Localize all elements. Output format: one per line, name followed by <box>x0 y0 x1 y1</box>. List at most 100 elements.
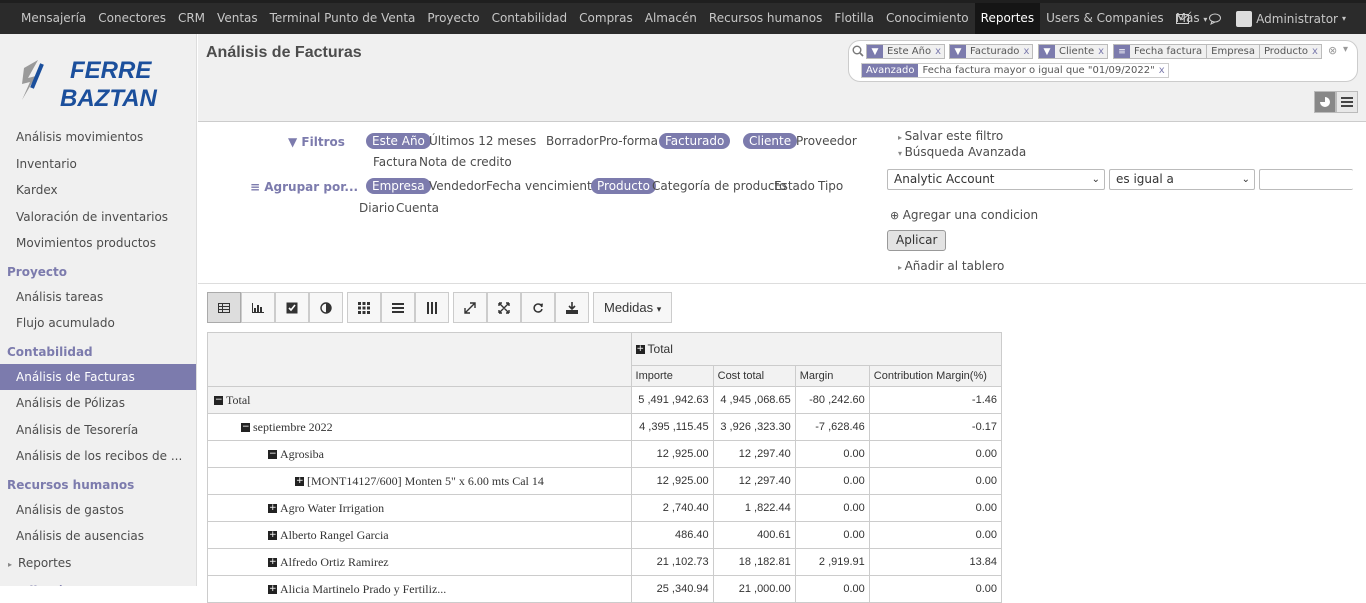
menu-mensajeria[interactable]: Mensajería <box>15 3 92 34</box>
filter-factura[interactable]: Factura <box>373 154 417 170</box>
group-fecha-vencimiento[interactable]: Fecha vencimiento <box>486 178 599 194</box>
facet-cliente[interactable]: ▼ Cliente x <box>1038 44 1109 59</box>
add-dashboard-toggle[interactable]: ▸ Añadir al tablero <box>898 258 1004 274</box>
user-menu[interactable]: Administrator ▾ <box>1236 10 1346 27</box>
contrast-icon[interactable] <box>309 292 343 323</box>
sidebar-item-analisis-gastos[interactable]: Análisis de gastos <box>0 497 196 524</box>
row-header[interactable]: + Alfredo Ortiz Ramirez <box>207 548 632 576</box>
apply-button[interactable]: Aplicar <box>887 230 947 251</box>
advanced-search-toggle[interactable]: ▾ Búsqueda Avanzada <box>898 144 1026 160</box>
group-cuenta[interactable]: Cuenta <box>396 200 439 216</box>
row-header[interactable]: − septiembre 2022 <box>207 413 632 441</box>
row-header[interactable]: + Alberto Rangel Garcia <box>207 521 632 549</box>
filter-proveedor[interactable]: Proveedor <box>796 133 857 149</box>
menu-rrhh[interactable]: Recursos humanos <box>703 3 828 34</box>
menu-conectores[interactable]: Conectores <box>92 3 172 34</box>
measure-header[interactable]: Margin <box>794 365 870 387</box>
menu-crm[interactable]: CRM <box>172 3 211 34</box>
operator-select[interactable]: es igual a ⌄ <box>1109 169 1255 190</box>
checkbox-icon[interactable] <box>275 292 309 323</box>
row-header[interactable]: + [MONT14127/600] Monten 5" x 6.00 mts Ca… <box>207 467 632 495</box>
facet-facturado[interactable]: ▼ Facturado x <box>949 44 1034 59</box>
search-box[interactable]: ▼ Este Año x ▼ Facturado x ▼ Cliente x ≡… <box>848 40 1358 82</box>
chevron-down-icon[interactable]: ▾ <box>1343 44 1348 55</box>
sidebar-item-kardex[interactable]: Kardex <box>0 177 196 204</box>
chat-icon[interactable] <box>1202 3 1230 34</box>
filter-cliente[interactable]: Cliente <box>743 133 798 149</box>
sidebar-item-reportes[interactable]: ▸ Reportes <box>0 550 196 577</box>
row-header[interactable]: − Total <box>207 386 632 414</box>
remove-facet-icon[interactable]: x <box>1098 46 1107 57</box>
bar-chart-icon[interactable] <box>241 292 275 323</box>
menu-contabilidad[interactable]: Contabilidad <box>486 3 574 34</box>
menu-almacen[interactable]: Almacén <box>639 3 703 34</box>
group-producto[interactable]: Producto <box>591 178 656 194</box>
menu-reportes[interactable]: Reportes <box>974 3 1041 34</box>
row-header[interactable]: + Agro Water Irrigation <box>207 494 632 522</box>
facet-groupby[interactable]: ≡ Fecha factura Empresa Producto x <box>1113 44 1322 59</box>
add-condition-link[interactable]: ⊕ Agregar una condicion <box>890 207 1038 223</box>
remove-facet-icon[interactable]: x <box>1159 65 1168 76</box>
flip-axis-icon[interactable] <box>487 292 521 323</box>
download-icon[interactable] <box>555 292 589 323</box>
facet-avanzado[interactable]: Avanzado Fecha factura mayor o igual que… <box>861 63 1169 78</box>
clear-search-icon[interactable]: ⊗ <box>1328 44 1337 57</box>
group-categoria[interactable]: Categoría de producto <box>652 178 787 194</box>
agrupar-header[interactable]: ≡ Agrupar por... <box>250 180 358 194</box>
menu-compras[interactable]: Compras <box>573 3 639 34</box>
filter-ultimos-12[interactable]: Últimos 12 meses <box>429 133 536 149</box>
sidebar-item-analisis-ausencias[interactable]: Análisis de ausencias <box>0 523 196 550</box>
group-diario[interactable]: Diario <box>359 200 395 216</box>
rows-icon[interactable] <box>381 292 415 323</box>
field-select[interactable]: Analytic Account ⌄ <box>887 169 1105 190</box>
column-header-total[interactable]: + Total <box>630 332 1003 366</box>
sidebar-item-inventario[interactable]: Inventario <box>0 151 196 178</box>
menu-users-companies[interactable]: Users & Companies <box>1040 3 1170 34</box>
menu-pos[interactable]: Terminal Punto de Venta <box>264 3 422 34</box>
refresh-icon[interactable] <box>521 292 555 323</box>
measure-header[interactable]: Cost total <box>712 365 796 387</box>
group-vendedor[interactable]: Vendedor <box>429 178 486 194</box>
sidebar-item-analisis-recibos[interactable]: Análisis de los recibos de ... <box>0 443 196 470</box>
filtros-header[interactable]: ▼ Filtros <box>288 135 345 149</box>
menu-proyecto[interactable]: Proyecto <box>421 3 485 34</box>
columns-icon[interactable] <box>415 292 449 323</box>
filter-borrador[interactable]: Borrador <box>546 133 598 149</box>
menu-flotilla[interactable]: Flotilla <box>828 3 880 34</box>
pivot-table-icon[interactable] <box>207 292 241 323</box>
filter-pro-forma[interactable]: Pro-forma <box>599 133 658 149</box>
company-logo[interactable]: FERRE BAZTAN <box>18 48 178 118</box>
list-view-icon[interactable] <box>1336 91 1358 113</box>
envelope-icon[interactable] <box>1168 3 1196 34</box>
remove-facet-icon[interactable]: x <box>935 46 944 57</box>
measure-header[interactable]: Importe <box>630 365 714 387</box>
sidebar-item-analisis-movimientos[interactable]: Análisis movimientos <box>0 124 196 151</box>
sidebar-item-analisis-polizas[interactable]: Análisis de Pólizas <box>0 390 196 417</box>
sidebar-item-analisis-tesoreria[interactable]: Análisis de Tesorería <box>0 417 196 444</box>
expand-icon[interactable] <box>453 292 487 323</box>
filter-facturado[interactable]: Facturado <box>659 133 731 149</box>
grid-icon[interactable] <box>347 292 381 323</box>
measure-header[interactable]: Contribution Margin(%) <box>868 365 1003 387</box>
row-header[interactable]: − Agrosiba <box>207 440 632 468</box>
sidebar-item-analisis-facturas[interactable]: Análisis de Facturas <box>0 363 196 390</box>
filter-este-ano[interactable]: Este Año <box>366 133 431 149</box>
measures-dropdown[interactable]: Medidas ▾ <box>593 292 673 323</box>
remove-facet-icon[interactable]: x <box>1312 46 1321 57</box>
value-input[interactable] <box>1259 169 1353 190</box>
menu-conocimiento[interactable]: Conocimiento <box>880 3 975 34</box>
group-estado[interactable]: Estado <box>774 178 815 194</box>
sidebar-item-flujo-acumulado[interactable]: Flujo acumulado <box>0 310 196 337</box>
facet-este-ano[interactable]: ▼ Este Año x <box>866 44 945 59</box>
group-empresa[interactable]: Empresa <box>366 178 431 194</box>
group-tipo[interactable]: Tipo <box>818 178 843 194</box>
remove-facet-icon[interactable]: x <box>1023 46 1032 57</box>
save-filter-toggle[interactable]: ▸ Salvar este filtro <box>898 128 1003 144</box>
sidebar-item-valoracion[interactable]: Valoración de inventarios <box>0 204 196 231</box>
sidebar-item-movimientos-productos[interactable]: Movimientos productos <box>0 230 196 257</box>
filter-nota-credito[interactable]: Nota de credito <box>419 154 512 170</box>
graph-view-icon[interactable] <box>1314 91 1336 113</box>
sidebar-item-analisis-tareas[interactable]: Análisis tareas <box>0 284 196 311</box>
menu-ventas[interactable]: Ventas <box>211 3 264 34</box>
row-header[interactable]: + Alicia Martinelo Prado y Fertiliz... <box>207 575 632 603</box>
